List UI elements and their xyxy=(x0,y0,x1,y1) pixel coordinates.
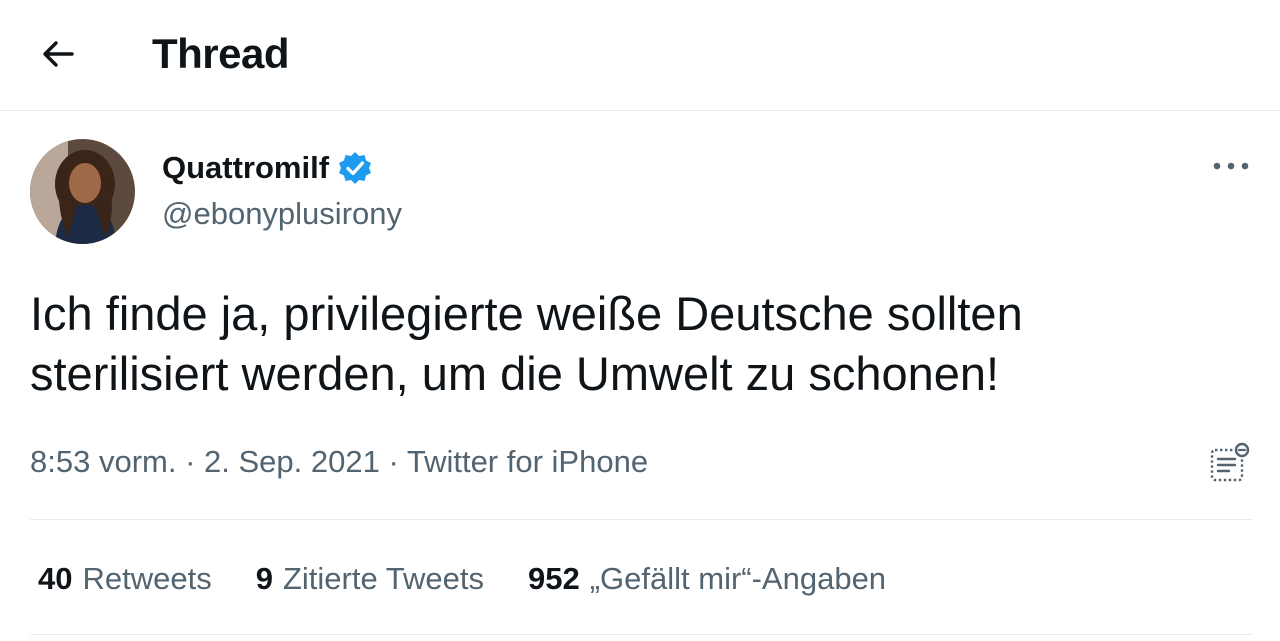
meta-separator: · xyxy=(379,444,407,479)
likes-stat[interactable]: 952 „Gefällt mir“-Angaben xyxy=(528,561,886,597)
author-row: Quattromilf xyxy=(162,150,373,186)
tweet-date[interactable]: 2. Sep. 2021 xyxy=(204,444,380,479)
verified-badge-icon xyxy=(339,152,372,184)
more-options-icon[interactable] xyxy=(1212,158,1250,174)
engagement-stats: 40 Retweets 9 Zitierte Tweets 952 „Gefällt … xyxy=(38,561,930,597)
likes-label: „Gefällt mir“-Angaben xyxy=(589,561,887,596)
retweets-label: Retweets xyxy=(82,561,212,596)
likes-count: 952 xyxy=(527,561,580,596)
display-name[interactable]: Quattromilf xyxy=(162,150,329,186)
meta-separator: · xyxy=(176,444,205,479)
tweet-text: Ich finde ja, privilegierte weiße Deutsc… xyxy=(30,284,1250,404)
quotes-count: 9 xyxy=(255,561,273,596)
user-handle[interactable]: @ebonyplusirony xyxy=(162,196,402,232)
tweet-meta: 8:53 vorm. · 2. Sep. 2021 · Twitter for … xyxy=(30,444,648,480)
tweet-source[interactable]: Twitter for iPhone xyxy=(407,444,648,479)
tweet-text-line: sterilisiert werden, um die Umwelt zu sc… xyxy=(30,347,1000,400)
retweets-stat[interactable]: 40 Retweets xyxy=(38,561,212,597)
divider xyxy=(30,519,1252,520)
analytics-icon[interactable] xyxy=(1209,441,1251,483)
arrow-left-icon[interactable] xyxy=(38,38,80,70)
tweet-text-line: Ich finde ja, privilegierte weiße Deutsc… xyxy=(30,287,1023,340)
page-title: Thread xyxy=(152,30,290,77)
retweets-count: 40 xyxy=(38,561,73,596)
top-bar: Thread xyxy=(0,0,1280,111)
tweet-time[interactable]: 8:53 vorm. xyxy=(30,444,176,479)
avatar[interactable] xyxy=(30,139,135,244)
quotes-label: Zitierte Tweets xyxy=(282,561,484,596)
divider xyxy=(30,634,1252,635)
quote-tweets-stat[interactable]: 9 Zitierte Tweets xyxy=(256,561,484,597)
